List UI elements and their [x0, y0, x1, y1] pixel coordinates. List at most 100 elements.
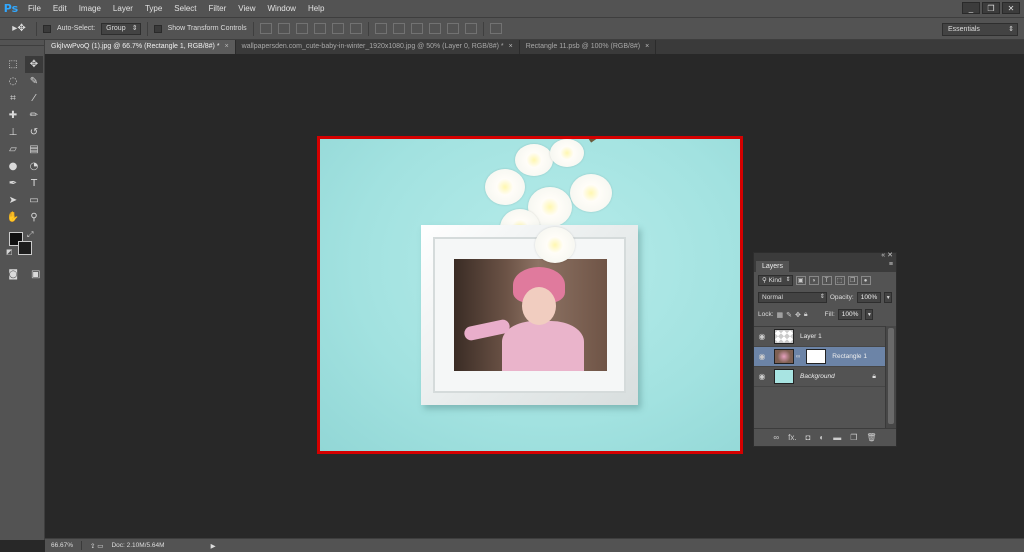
blend-mode-dropdown[interactable]: Normal: [758, 292, 827, 303]
align-right-icon[interactable]: [349, 23, 362, 34]
adjustment-layer-icon[interactable]: ◐: [819, 433, 824, 442]
distribute-top-icon[interactable]: [374, 23, 387, 34]
align-hcenter-icon[interactable]: [331, 23, 344, 34]
workspace-dropdown[interactable]: Essentials: [942, 23, 1018, 36]
auto-select-checkbox[interactable]: [43, 24, 51, 33]
hand-tool-icon[interactable]: ✋: [4, 209, 22, 226]
layer-row-rectangle-1[interactable]: ◉ ∞ Rectangle 1: [754, 347, 886, 367]
type-tool-icon[interactable]: T: [25, 175, 43, 192]
fill-input[interactable]: 100%: [837, 309, 863, 320]
tab-document-3[interactable]: Rectangle 11.psb @ 100% (RGB/8#) ×: [519, 40, 657, 54]
tab-document-2[interactable]: wallpapersden.com_cute-baby-in-winter_19…: [235, 40, 520, 54]
menu-filter[interactable]: Filter: [203, 0, 233, 17]
align-left-icon[interactable]: [313, 23, 326, 34]
document-canvas[interactable]: [317, 136, 743, 454]
menu-file[interactable]: File: [22, 0, 47, 17]
opacity-slider-button[interactable]: ▼: [884, 292, 892, 303]
brush-tool-icon[interactable]: ✏: [25, 107, 43, 124]
quick-mask-icon[interactable]: ◙: [5, 266, 22, 283]
filter-kind-dropdown[interactable]: ⚲ Kind: [758, 275, 793, 286]
menu-type[interactable]: Type: [139, 0, 168, 17]
auto-select-dropdown[interactable]: Group: [101, 22, 141, 35]
lasso-tool-icon[interactable]: ◌: [4, 73, 22, 90]
zoom-tool-icon[interactable]: ⚲: [25, 209, 43, 226]
tab-layers[interactable]: Layers: [756, 261, 790, 272]
scrollbar-thumb[interactable]: [888, 328, 894, 424]
quick-select-tool-icon[interactable]: ✎: [25, 73, 43, 90]
tab-close-icon[interactable]: ×: [225, 43, 229, 50]
link-layers-icon[interactable]: ∞: [773, 433, 779, 442]
marquee-tool-icon[interactable]: ⬚: [4, 56, 22, 73]
move-tool-preset-icon[interactable]: ▸✥: [8, 20, 30, 37]
auto-align-icon[interactable]: [489, 23, 502, 34]
opacity-input[interactable]: 100%: [856, 292, 882, 303]
layer-list-scrollbar[interactable]: [885, 326, 896, 428]
panel-collapse-icon[interactable]: « ✕: [881, 251, 893, 259]
minimize-button[interactable]: _: [962, 2, 980, 14]
default-colors-icon[interactable]: ◩: [6, 248, 13, 256]
healing-tool-icon[interactable]: ✚: [4, 107, 22, 124]
restore-button[interactable]: ❐: [982, 2, 1000, 14]
trash-icon[interactable]: 🗑︎: [866, 433, 876, 442]
eraser-tool-icon[interactable]: ▱: [4, 141, 22, 158]
distribute-vcenter-icon[interactable]: [392, 23, 405, 34]
shape-tool-icon[interactable]: ▭: [25, 192, 43, 209]
panel-menu-icon[interactable]: ≡: [889, 261, 893, 268]
visibility-eye-icon[interactable]: ◉: [754, 332, 770, 341]
menu-window[interactable]: Window: [262, 0, 302, 17]
new-layer-icon[interactable]: ❐: [850, 433, 857, 442]
menu-layer[interactable]: Layer: [107, 0, 139, 17]
align-vcenter-icon[interactable]: [277, 23, 290, 34]
fx-icon[interactable]: fx.: [788, 433, 796, 442]
visibility-eye-icon[interactable]: ◉: [754, 352, 770, 361]
menu-edit[interactable]: Edit: [47, 0, 73, 17]
align-top-icon[interactable]: [259, 23, 272, 34]
distribute-hcenter-icon[interactable]: [446, 23, 459, 34]
filter-pixel-icon[interactable]: ▣: [795, 276, 806, 285]
filter-adjustment-icon[interactable]: ◑: [808, 276, 819, 285]
lock-all-icon[interactable]: 🔒︎: [804, 311, 808, 319]
distribute-right-icon[interactable]: [464, 23, 477, 34]
gradient-tool-icon[interactable]: ▤: [25, 141, 43, 158]
stamp-tool-icon[interactable]: ⊥: [4, 124, 22, 141]
layer-row-background[interactable]: ◉ Background 🔒︎: [754, 367, 886, 387]
path-select-tool-icon[interactable]: ➤: [4, 192, 22, 209]
filter-toggle-icon[interactable]: ●: [860, 276, 871, 285]
close-button[interactable]: ✕: [1002, 2, 1020, 14]
panel-header[interactable]: « ✕: [754, 251, 896, 260]
mask-link-icon[interactable]: ∞: [796, 354, 800, 360]
screen-mode-icon[interactable]: ▣: [28, 266, 45, 283]
zoom-level[interactable]: 66.67%: [51, 542, 73, 549]
distribute-left-icon[interactable]: [428, 23, 441, 34]
layer-mask-thumbnail[interactable]: [806, 349, 827, 364]
dodge-tool-icon[interactable]: ◔: [25, 158, 43, 175]
layer-row-layer-1[interactable]: ◉ Layer 1: [754, 327, 886, 347]
eyedropper-tool-icon[interactable]: ⁄: [25, 90, 43, 107]
background-color-swatch[interactable]: [18, 241, 32, 255]
swap-colors-icon[interactable]: ⤢: [27, 230, 33, 240]
align-bottom-icon[interactable]: [295, 23, 308, 34]
blur-tool-icon[interactable]: ●: [4, 158, 22, 175]
pen-tool-icon[interactable]: ✒: [4, 175, 22, 192]
lock-position-icon[interactable]: ✥: [795, 311, 801, 319]
filter-type-icon[interactable]: T: [821, 276, 832, 285]
status-menu-arrow-icon[interactable]: ▶: [211, 542, 216, 550]
distribute-bottom-icon[interactable]: [410, 23, 423, 34]
lock-transparency-icon[interactable]: ▦: [777, 311, 784, 319]
history-brush-tool-icon[interactable]: ↺: [25, 124, 43, 141]
move-tool-icon[interactable]: ✥: [25, 56, 43, 73]
visibility-eye-icon[interactable]: ◉: [754, 372, 770, 381]
show-transform-checkbox[interactable]: [153, 24, 162, 33]
menu-image[interactable]: Image: [73, 0, 107, 17]
crop-tool-icon[interactable]: ⌗: [4, 90, 22, 107]
new-group-icon[interactable]: ▬: [833, 433, 841, 442]
add-mask-icon[interactable]: ◘: [806, 433, 811, 442]
menu-select[interactable]: Select: [168, 0, 202, 17]
filter-shape-icon[interactable]: ⬚: [834, 276, 845, 285]
tab-close-icon[interactable]: ×: [645, 43, 649, 50]
tab-close-icon[interactable]: ×: [509, 43, 513, 50]
lock-pixels-icon[interactable]: ✎: [786, 311, 792, 319]
filter-smart-object-icon[interactable]: ❐: [847, 276, 858, 285]
fill-slider-button[interactable]: ▼: [865, 309, 874, 320]
menu-help[interactable]: Help: [302, 0, 330, 17]
